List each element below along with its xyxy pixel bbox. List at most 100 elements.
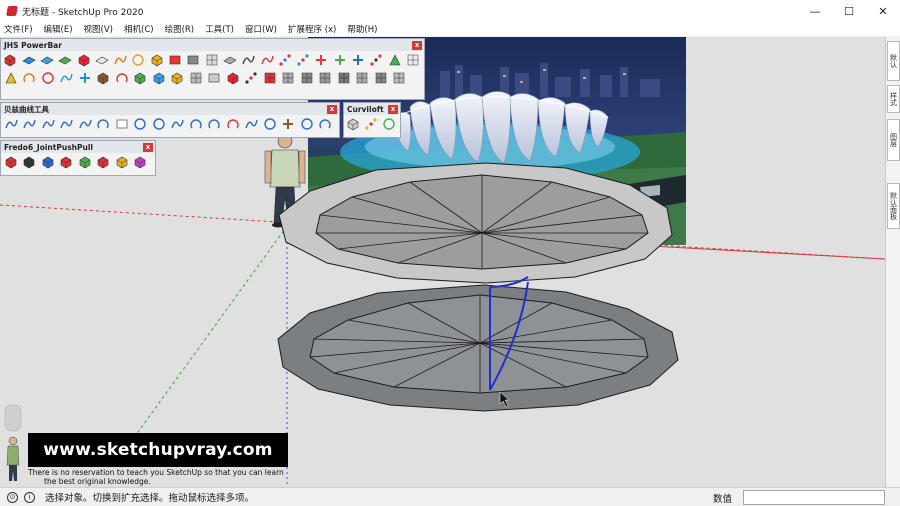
toolbar-tool-icon[interactable] xyxy=(22,155,37,170)
toolbar-tool-icon[interactable] xyxy=(188,71,203,86)
toolbar-tool-icon[interactable] xyxy=(188,117,203,132)
toolbar-tool-icon[interactable] xyxy=(94,53,109,68)
toolbar-tool-icon[interactable] xyxy=(40,117,55,132)
toolbar-tool-icon[interactable] xyxy=(382,117,397,132)
toolbar-tool-icon[interactable] xyxy=(114,117,129,132)
toolbar-tool-icon[interactable] xyxy=(406,53,421,68)
toolbar-tool-icon[interactable] xyxy=(346,117,361,132)
toolbar-close-button[interactable]: x xyxy=(327,104,337,114)
toolbar-tool-icon[interactable] xyxy=(22,71,37,86)
menu-draw[interactable]: 绘图(R) xyxy=(165,23,195,35)
toolbar-tool-icon[interactable] xyxy=(364,117,379,132)
toolbar-close-button[interactable]: x xyxy=(412,40,422,50)
menu-help[interactable]: 帮助(H) xyxy=(347,23,377,35)
toolbar-tool-icon[interactable] xyxy=(77,155,92,170)
toolbar-tool-icon[interactable] xyxy=(244,117,259,132)
toolbar-tool-icon[interactable] xyxy=(299,71,314,86)
toolbar-close-button[interactable]: x xyxy=(388,104,398,114)
toolbar-tool-icon[interactable] xyxy=(369,53,384,68)
toolbar-tool-icon[interactable] xyxy=(332,53,347,68)
toolbar-tool-icon[interactable] xyxy=(373,71,388,86)
toolbar-tool-icon[interactable] xyxy=(131,53,146,68)
toolbar-tool-icon[interactable] xyxy=(241,53,256,68)
toolbar-tool-icon[interactable] xyxy=(207,71,222,86)
toolbar-tool-icon[interactable] xyxy=(3,53,18,68)
toolbar-tool-icon[interactable] xyxy=(149,53,164,68)
toolbar-close-button[interactable]: x xyxy=(143,142,153,152)
menu-extensions[interactable]: 扩展程序 (x) xyxy=(288,23,336,35)
toolbar-tool-icon[interactable] xyxy=(355,71,370,86)
info-icon[interactable]: i xyxy=(24,491,35,503)
toolbar-tool-icon[interactable] xyxy=(244,71,259,86)
toolbar-tool-icon[interactable] xyxy=(225,117,240,132)
toolbar-tool-icon[interactable] xyxy=(77,71,92,86)
toolbar-header[interactable]: 贝兹曲线工具 x xyxy=(1,103,339,115)
toolbar-tool-icon[interactable] xyxy=(392,71,407,86)
toolbar-header[interactable]: Curviloft x xyxy=(344,103,400,115)
toolbar-tool-icon[interactable] xyxy=(186,53,201,68)
toolbar-tool-icon[interactable] xyxy=(40,71,55,86)
toolbar-tool-icon[interactable] xyxy=(3,155,18,170)
lower-disc[interactable] xyxy=(277,284,679,412)
toolbar-header[interactable]: Fredo6_JointPushPull x xyxy=(1,141,155,153)
toolbar-tool-icon[interactable] xyxy=(351,53,366,68)
toolbar-tool-icon[interactable] xyxy=(59,71,74,86)
toolbar-tool-icon[interactable] xyxy=(21,53,36,68)
toolbar-tool-icon[interactable] xyxy=(336,71,351,86)
toolbar-tool-icon[interactable] xyxy=(387,53,402,68)
toolbar-tool-icon[interactable] xyxy=(170,117,185,132)
toolbar-tool-icon[interactable] xyxy=(77,117,92,132)
toolbar-tool-icon[interactable] xyxy=(299,117,314,132)
toolbar-tool-icon[interactable] xyxy=(114,71,129,86)
toolbar-tool-icon[interactable] xyxy=(59,117,74,132)
tray-tab-default[interactable]: 默认 xyxy=(887,41,900,81)
toolbar-tool-icon[interactable] xyxy=(281,117,296,132)
toolbar-tool-icon[interactable] xyxy=(318,71,333,86)
measurements-input[interactable] xyxy=(743,490,885,505)
toolbar-header[interactable]: JHS PowerBar x xyxy=(1,39,424,51)
menu-file[interactable]: 文件(F) xyxy=(4,23,33,35)
minimize-button[interactable]: — xyxy=(798,0,832,22)
toolbar-tool-icon[interactable] xyxy=(204,53,219,68)
toolbar-tool-icon[interactable] xyxy=(40,53,55,68)
toolbar-tool-icon[interactable] xyxy=(151,117,166,132)
toolbar-tool-icon[interactable] xyxy=(223,53,238,68)
menu-view[interactable]: 视图(V) xyxy=(84,23,113,35)
toolbar-tool-icon[interactable] xyxy=(168,53,183,68)
toolbar-tool-icon[interactable] xyxy=(207,117,222,132)
toolbar-tool-icon[interactable] xyxy=(281,71,296,86)
toolbar-tool-icon[interactable] xyxy=(262,71,277,86)
toolbar-tool-icon[interactable] xyxy=(3,71,18,86)
tray-tab-panel[interactable]: 默认面板 xyxy=(887,183,900,229)
menu-window[interactable]: 窗口(W) xyxy=(245,23,277,35)
toolbar-tool-icon[interactable] xyxy=(58,53,73,68)
toolbar-tool-icon[interactable] xyxy=(133,117,148,132)
menu-camera[interactable]: 相机(C) xyxy=(124,23,154,35)
toolbar-tool-icon[interactable] xyxy=(151,71,166,86)
toolbar-tool-icon[interactable] xyxy=(259,53,274,68)
tray-tab-layers[interactable]: 图层 xyxy=(887,119,900,161)
toolbar-tool-icon[interactable] xyxy=(96,155,111,170)
toolbar-tool-icon[interactable] xyxy=(225,71,240,86)
toolbar-tool-icon[interactable] xyxy=(262,117,277,132)
maximize-button[interactable]: ☐ xyxy=(832,0,866,22)
toolbar-tool-icon[interactable] xyxy=(114,155,129,170)
toolbar-tool-icon[interactable] xyxy=(22,117,37,132)
menu-tools[interactable]: 工具(T) xyxy=(205,23,234,35)
toolbar-tool-icon[interactable] xyxy=(314,53,329,68)
toolbar-tool-icon[interactable] xyxy=(96,117,111,132)
toolbar-tool-icon[interactable] xyxy=(318,117,333,132)
close-button[interactable]: ✕ xyxy=(866,0,900,22)
toolbar-tool-icon[interactable] xyxy=(76,53,91,68)
toolbar-tool-icon[interactable] xyxy=(296,53,311,68)
toolbar-tool-icon[interactable] xyxy=(40,155,55,170)
toolbar-tool-icon[interactable] xyxy=(59,155,74,170)
geolocation-icon[interactable]: ⊙ xyxy=(7,491,18,503)
toolbar-tool-icon[interactable] xyxy=(170,71,185,86)
toolbar-tool-icon[interactable] xyxy=(133,155,148,170)
toolbar-tool-icon[interactable] xyxy=(96,71,111,86)
toolbar-tool-icon[interactable] xyxy=(133,71,148,86)
toolbar-tool-icon[interactable] xyxy=(113,53,128,68)
tray-tab-styles[interactable]: 样式 xyxy=(887,85,900,113)
toolbar-tool-icon[interactable] xyxy=(277,53,292,68)
